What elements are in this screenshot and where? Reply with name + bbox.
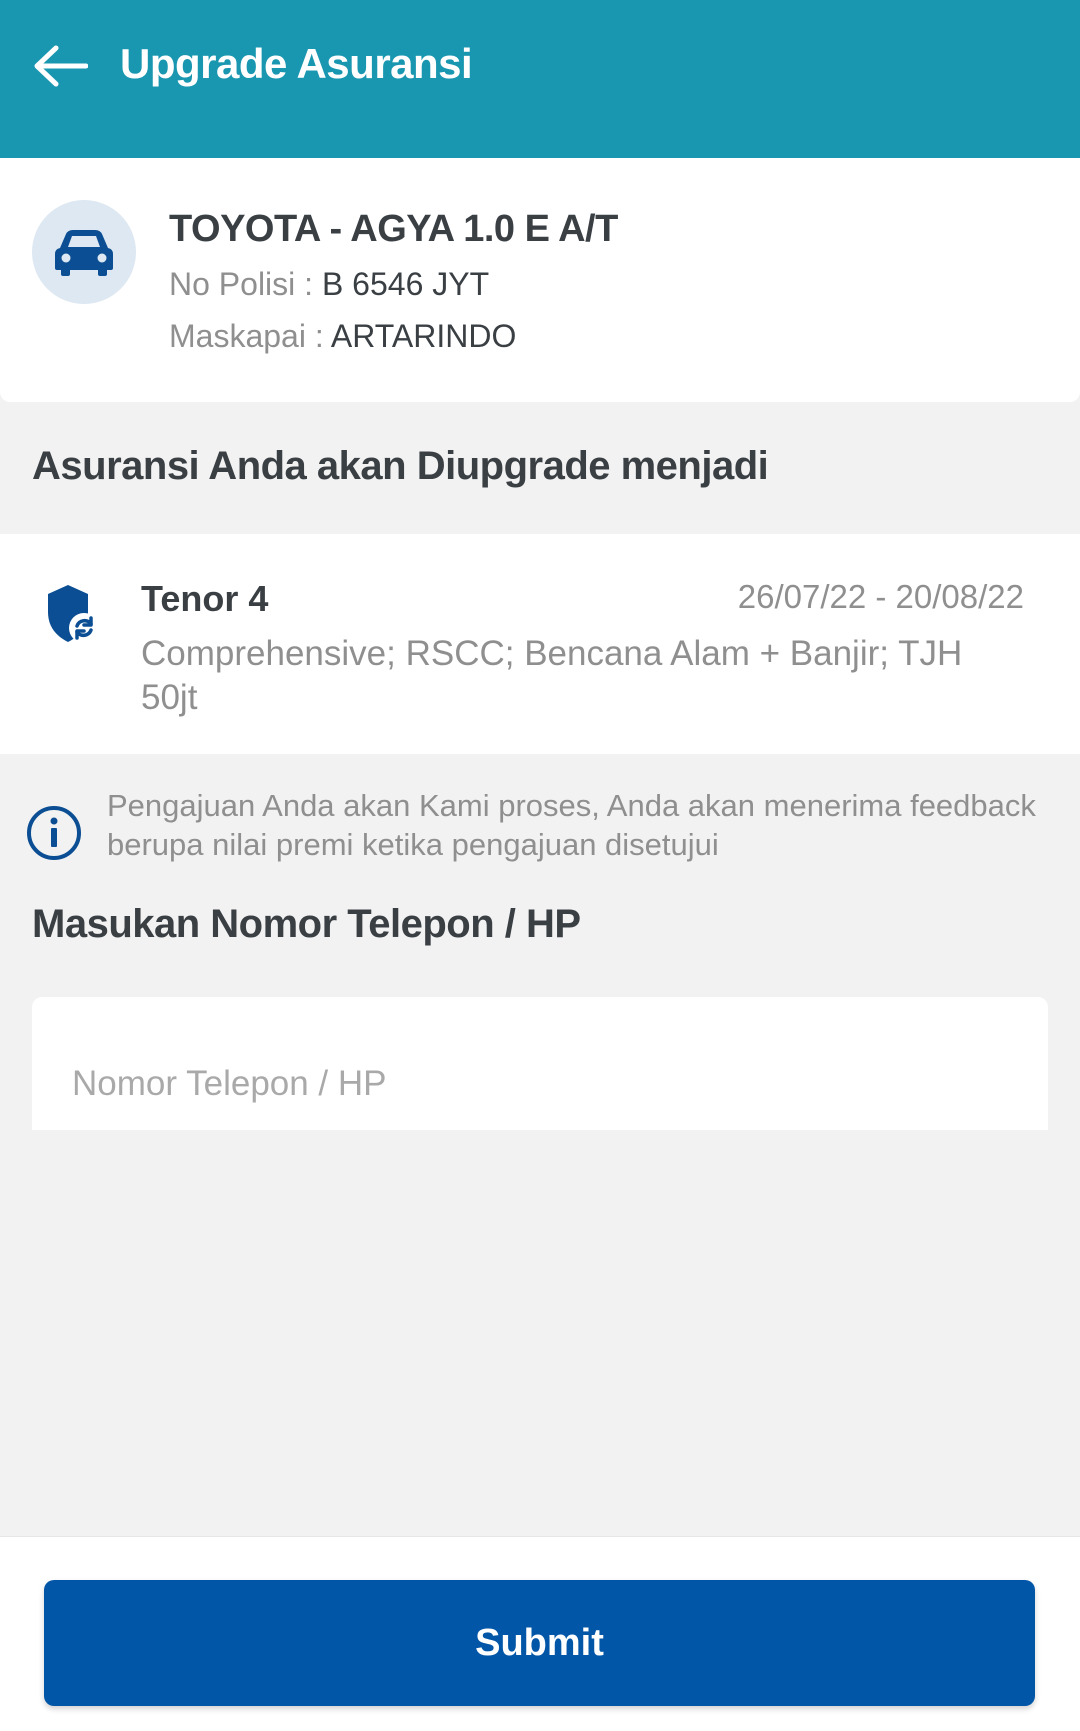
- bottom-bar: Submit: [0, 1536, 1080, 1731]
- vehicle-name: TOYOTA - AGYA 1.0 E A/T: [169, 208, 618, 250]
- plan-title: Tenor 4: [141, 578, 269, 619]
- vehicle-card: TOYOTA - AGYA 1.0 E A/T No Polisi : B 65…: [0, 158, 1080, 402]
- plan-period: 26/07/22 - 20/08/22: [737, 578, 1024, 615]
- shield-refresh-icon: [48, 585, 99, 643]
- police-number-value: B 6546 JYT: [321, 266, 490, 302]
- phone-label: Masukan Nomor Telepon / HP: [32, 902, 581, 946]
- upgrade-insurance-screen: Upgrade Asuransi TOYOTA - AGYA 1.0 E A/T…: [0, 0, 1080, 1731]
- insurer-label: Maskapai :: [169, 318, 331, 354]
- info-note: Pengajuan Anda akan Kami proses, Anda ak…: [107, 788, 1036, 862]
- page-title: Upgrade Asuransi: [120, 40, 473, 87]
- arrow-left-icon: [34, 45, 88, 87]
- car-avatar: [32, 200, 136, 304]
- info-icon: [27, 806, 81, 860]
- submit-button[interactable]: Submit: [44, 1580, 1035, 1706]
- police-number-row: No Polisi : B 6546 JYT: [169, 266, 489, 303]
- back-button[interactable]: [28, 34, 92, 98]
- app-bar: Upgrade Asuransi: [0, 0, 1080, 158]
- police-number-label: No Polisi :: [169, 266, 322, 302]
- phone-input[interactable]: [32, 997, 1048, 1130]
- plan-description: Comprehensive; RSCC; Bencana Alam + Banj…: [141, 634, 963, 717]
- upgrade-section-title: Asuransi Anda akan Diupgrade menjadi: [32, 444, 769, 488]
- insurer-row: Maskapai : ARTARINDO: [169, 318, 516, 355]
- plan-card: Tenor 4 26/07/22 - 20/08/22 Comprehensiv…: [0, 534, 1080, 754]
- car-icon: [55, 230, 113, 276]
- insurer-value: ARTARINDO: [330, 318, 517, 354]
